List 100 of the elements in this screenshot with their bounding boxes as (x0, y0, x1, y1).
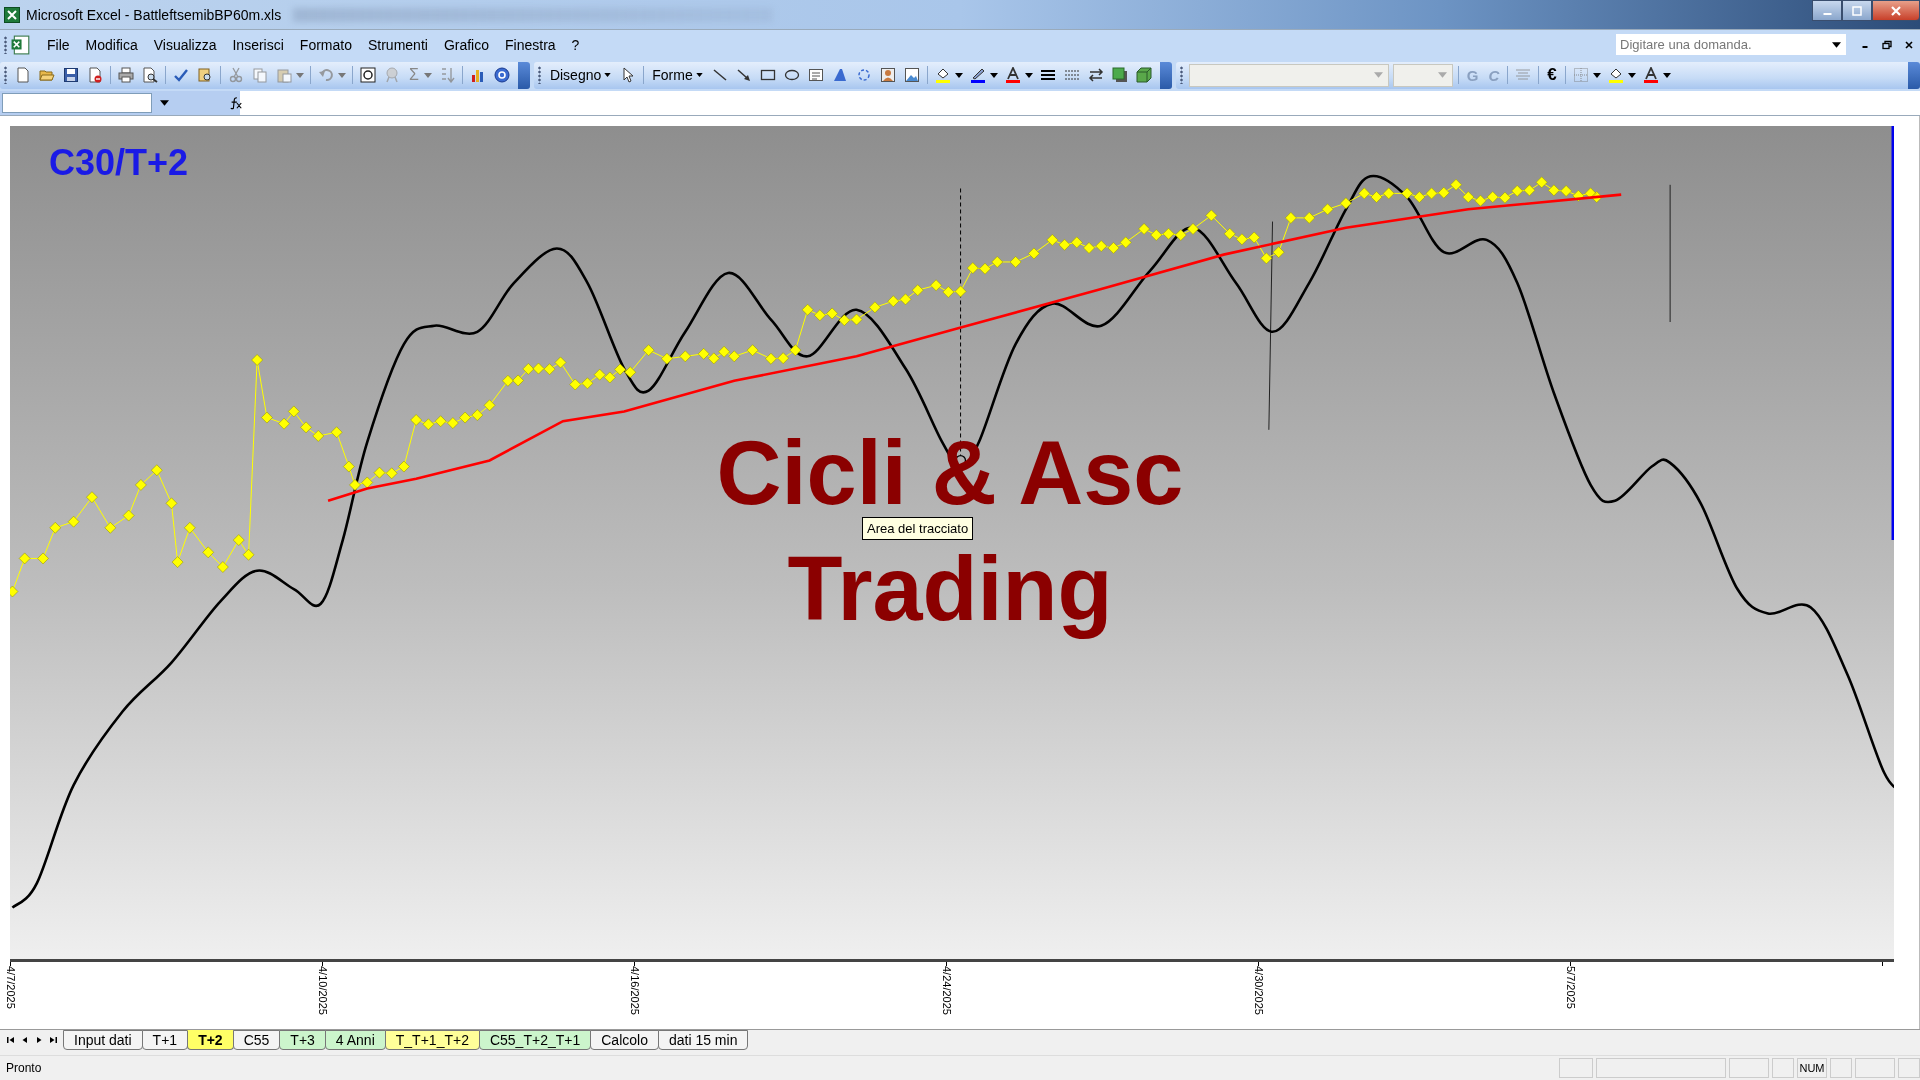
dropdown-caret-icon[interactable] (160, 100, 169, 106)
toolbar-grip[interactable] (4, 66, 7, 84)
shadow-style-icon[interactable] (1111, 67, 1128, 83)
dropdown-caret-icon[interactable] (989, 72, 998, 78)
text-box-icon[interactable] (807, 67, 824, 83)
axis-label: 4/30/2025 (1253, 966, 1265, 1015)
axis-label: 5/7/2025 (1565, 966, 1577, 1009)
print-icon[interactable] (118, 67, 134, 83)
spelling-check-icon[interactable] (173, 67, 189, 83)
menu-item[interactable]: Visualizza (145, 33, 225, 56)
sheet-tab[interactable]: Input dati (63, 1030, 143, 1050)
chart-wizard-icon[interactable] (469, 67, 486, 83)
axis-label: 4/7/2025 (5, 966, 17, 1009)
clip-art-icon[interactable] (879, 67, 896, 83)
new-document-icon[interactable] (15, 67, 31, 83)
line-style-icon[interactable] (1039, 67, 1056, 83)
dropdown-caret-icon[interactable] (1627, 72, 1636, 78)
sheet-tab[interactable]: C55_T+2_T+1 (478, 1030, 592, 1050)
sheet-tab[interactable]: Calcolo (590, 1030, 659, 1050)
menu-item[interactable]: Strumenti (359, 33, 436, 56)
previous-sheet-icon[interactable] (20, 1035, 30, 1045)
caret-icon (1437, 72, 1447, 78)
oval-icon[interactable] (783, 67, 800, 83)
toolbar-grip[interactable] (537, 66, 541, 84)
close-icon (1904, 39, 1914, 50)
caret-icon (695, 73, 703, 77)
toolbar-options-button[interactable] (1159, 61, 1172, 89)
menu-item[interactable]: Inserisci (224, 33, 292, 56)
sheet-tab[interactable]: 4 Anni (324, 1030, 386, 1050)
minimize-button[interactable] (1812, 0, 1842, 21)
menu-item[interactable]: ? (563, 33, 588, 56)
caret-icon (1831, 41, 1841, 48)
document-permission-icon[interactable] (87, 67, 103, 83)
save-icon[interactable] (63, 67, 79, 83)
chart-title: C30/T+2 (49, 142, 189, 184)
help-search-field[interactable]: Digitare una domanda. (1616, 34, 1830, 55)
last-sheet-icon[interactable] (48, 1035, 58, 1045)
help-icon[interactable] (493, 67, 510, 83)
toolbar-grip[interactable] (4, 35, 7, 54)
axis-tick (1570, 962, 1571, 966)
menu-item[interactable]: Grafico (435, 33, 497, 56)
status-panel (1559, 1058, 1593, 1078)
maximize-icon (1851, 4, 1863, 17)
minimize-icon (1862, 46, 1868, 48)
font-color-icon[interactable] (1642, 67, 1659, 83)
function-icon[interactable] (229, 96, 243, 110)
dropdown-caret-icon[interactable] (1662, 72, 1671, 78)
dropdown-button[interactable] (1830, 34, 1846, 55)
caret-icon (604, 73, 612, 77)
restore-icon (1882, 39, 1892, 50)
status-panel (1855, 1058, 1895, 1078)
window-title: Microsoft Excel - BattleftsemibBP60m.xls (26, 6, 282, 23)
sheet-tab[interactable]: dati 15 min (657, 1030, 749, 1050)
status-panel (1898, 1058, 1920, 1078)
line-color-icon[interactable] (969, 67, 986, 83)
line-icon[interactable] (711, 67, 728, 83)
wordart-icon[interactable] (831, 67, 848, 83)
axis-tick (946, 962, 947, 966)
next-sheet-icon[interactable] (34, 1035, 44, 1045)
open-folder-icon[interactable] (39, 67, 55, 83)
fill-color-icon[interactable] (1607, 67, 1624, 83)
arrow-icon[interactable] (735, 67, 752, 83)
maximize-button[interactable] (1842, 0, 1872, 21)
currency-button[interactable]: € (1542, 64, 1562, 86)
sheet-tab[interactable]: T+3 (279, 1030, 326, 1050)
arrow-style-icon[interactable] (1087, 67, 1104, 83)
drawing-menu-button[interactable]: Disegno (544, 64, 617, 86)
axis-tick (10, 962, 11, 966)
research-icon[interactable] (197, 67, 213, 83)
toolbar-options-button[interactable] (517, 61, 530, 89)
dropdown-caret-icon[interactable] (954, 72, 963, 78)
toolbar-options-button[interactable] (1908, 61, 1920, 89)
close-button[interactable] (1872, 0, 1920, 21)
dropdown-caret-icon[interactable] (1024, 72, 1033, 78)
shapes-menu-button[interactable]: Forme (647, 64, 708, 86)
toolbar-grip[interactable] (1179, 66, 1183, 84)
diagram-icon[interactable] (855, 67, 872, 83)
menu-item[interactable]: Modifica (77, 33, 146, 56)
sheet-tab[interactable]: C55 (232, 1030, 281, 1050)
axis-tick (322, 962, 323, 966)
spreadsheet-icon[interactable] (11, 34, 31, 55)
sheet-tab[interactable]: T+2 (187, 1030, 234, 1050)
dropdown-caret-icon[interactable] (1592, 72, 1601, 78)
menu-item[interactable]: Formato (291, 33, 360, 56)
menu-item[interactable]: File (39, 33, 78, 56)
axis-label: 4/24/2025 (941, 966, 953, 1015)
status-panel (1772, 1058, 1794, 1078)
rectangle-icon[interactable] (759, 67, 776, 83)
name-box[interactable] (2, 93, 152, 113)
sheet-tab[interactable]: T_T+1_T+2 (384, 1030, 480, 1050)
print-preview-icon[interactable] (142, 67, 158, 83)
menu-item[interactable]: Finestra (497, 33, 564, 56)
fill-color-icon[interactable] (934, 67, 951, 83)
chart-overlay-text: Cicli & Asc (716, 432, 1184, 514)
image-icon[interactable] (903, 67, 920, 83)
sheet-tab[interactable]: T+1 (141, 1030, 189, 1050)
dash-style-icon[interactable] (1063, 67, 1080, 83)
first-sheet-icon[interactable] (6, 1035, 16, 1045)
font-color-icon[interactable] (1004, 67, 1021, 83)
3d-style-icon[interactable] (1135, 67, 1152, 83)
